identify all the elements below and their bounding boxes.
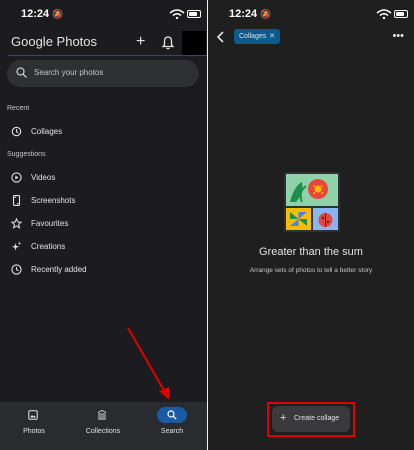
header-divider	[8, 55, 207, 56]
status-time: 12:24	[229, 8, 258, 20]
clock-icon	[11, 264, 22, 275]
suggestion-favourites[interactable]: Favourites	[11, 216, 201, 232]
library-icon	[97, 410, 107, 420]
history-icon	[11, 126, 22, 137]
bottom-navigation: Photos Collections Search	[0, 402, 207, 450]
collage-illustration	[284, 172, 340, 232]
nav-photos[interactable]: Photos	[6, 407, 62, 447]
suggestion-label: Screenshots	[31, 196, 76, 205]
suggestion-label: Videos	[31, 173, 56, 182]
add-button[interactable]: +	[136, 33, 145, 51]
chip-close-icon[interactable]: ✕	[269, 33, 275, 40]
search-input[interactable]: Search your photos	[7, 60, 199, 87]
suggestion-label: Creations	[31, 242, 66, 251]
suggestion-label: Favourites	[31, 219, 69, 228]
plus-icon: +	[280, 412, 287, 424]
nav-search[interactable]: Search	[155, 407, 207, 447]
suggestion-videos[interactable]: Videos	[11, 170, 201, 186]
notification-bell-icon[interactable]	[162, 36, 174, 50]
app-title: Google Photos	[11, 34, 97, 49]
filter-chip-collages[interactable]: Collages ✕	[234, 29, 281, 44]
star-icon	[11, 218, 22, 229]
nav-label: Search	[160, 428, 184, 435]
create-collage-button[interactable]: + Create collage	[272, 406, 350, 432]
suggestion-creations[interactable]: Creations	[11, 239, 201, 255]
search-placeholder: Search your photos	[34, 68, 104, 77]
brand-name: Google	[11, 34, 53, 49]
avatar[interactable]	[182, 31, 206, 55]
status-bar: 12:24 🔕	[208, 8, 414, 22]
recent-item-collages[interactable]: Collages	[11, 124, 201, 140]
recent-item-label: Collages	[31, 127, 63, 136]
battery-icon	[394, 10, 408, 18]
wifi-icon	[376, 9, 392, 19]
right-screen: 12:24 🔕 Collages ✕ ••• Greater than the s…	[208, 0, 414, 450]
recent-section-title: Recent	[7, 105, 30, 112]
sparkle-icon	[11, 241, 22, 251]
suggestion-label: Recently added	[31, 265, 87, 274]
status-bar: 12:24 🔕	[0, 8, 207, 22]
empty-state-heading: Greater than the sum	[259, 246, 363, 258]
nav-label: Photos	[23, 428, 45, 435]
status-time: 12:24	[21, 8, 50, 20]
silent-bell-icon: 🔕	[260, 9, 272, 19]
phone-screenshot-icon	[12, 195, 21, 206]
suggestions-section-title: Suggestions	[7, 151, 46, 158]
product-name: Photos	[56, 34, 98, 49]
nav-label: Collections	[85, 428, 121, 435]
more-options-icon[interactable]: •••	[392, 30, 404, 42]
empty-state-description: Arrange sets of photos to tell a better …	[249, 267, 373, 274]
wifi-icon	[169, 9, 185, 19]
nav-collections[interactable]: Collections	[75, 407, 131, 447]
search-icon	[167, 410, 177, 420]
create-collage-label: Create collage	[294, 415, 340, 422]
play-circle-icon	[11, 172, 22, 183]
back-arrow-icon[interactable]	[216, 31, 226, 43]
image-icon	[28, 410, 38, 420]
battery-icon	[187, 10, 201, 18]
suggestion-screenshots[interactable]: Screenshots	[11, 193, 201, 209]
suggestion-recently-added[interactable]: Recently added	[11, 262, 201, 278]
left-screen: 12:24 🔕 Google Photos + Search your phot…	[0, 0, 207, 450]
silent-bell-icon: 🔕	[52, 9, 64, 19]
chip-label: Collages	[239, 33, 267, 40]
search-icon	[16, 67, 27, 78]
annotation-arrow	[127, 327, 169, 400]
